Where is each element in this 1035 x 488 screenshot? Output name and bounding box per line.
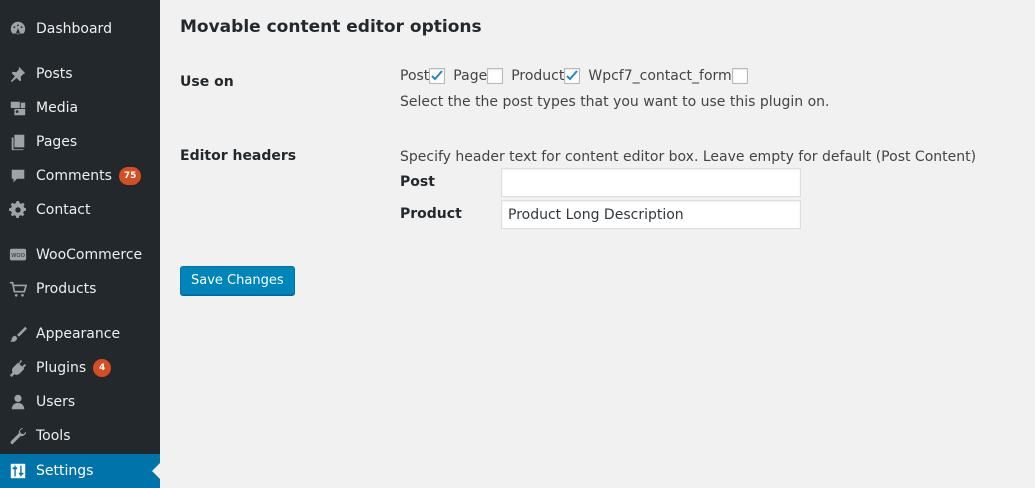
sidebar-item-appearance[interactable]: Appearance bbox=[0, 317, 160, 351]
settings-icon bbox=[0, 454, 36, 488]
save-changes-button[interactable]: Save Changes bbox=[180, 266, 295, 295]
sidebar-item-tools[interactable]: Tools bbox=[0, 419, 160, 453]
sidebar-item-label: Media bbox=[36, 100, 79, 116]
wpcf7-checkbox[interactable] bbox=[731, 68, 748, 84]
sidebar-item-label: Posts bbox=[36, 66, 73, 82]
page-checkbox[interactable] bbox=[487, 68, 504, 84]
sidebar-item-label: Dashboard bbox=[36, 21, 112, 37]
wrench-icon bbox=[0, 419, 36, 453]
sidebar-item-label: Settings bbox=[36, 463, 94, 479]
checkmark-icon bbox=[431, 70, 444, 81]
use-on-description: Select the the post types that you want … bbox=[400, 94, 830, 110]
comments-count-badge: 75 bbox=[118, 167, 142, 185]
sidebar-item-label: Contact bbox=[36, 202, 91, 218]
pin-icon bbox=[0, 57, 36, 91]
sidebar-item-settings[interactable]: Settings bbox=[0, 454, 160, 488]
page-title: Movable content editor options bbox=[180, 17, 482, 37]
sidebar-item-label: WooCommerce bbox=[36, 247, 143, 263]
checkmark-icon bbox=[566, 70, 579, 81]
sidebar-item-media[interactable]: Media bbox=[0, 91, 160, 125]
post-header-label: Post bbox=[400, 174, 435, 190]
cart-icon bbox=[0, 272, 36, 306]
sidebar-item-users[interactable]: Users bbox=[0, 385, 160, 419]
post-type-checkboxes: Post Page Product Wpcf7_contact_form bbox=[400, 68, 748, 84]
svg-text:WOO: WOO bbox=[11, 253, 25, 259]
page-checkbox-label: Page bbox=[453, 68, 488, 84]
wpcf7-checkbox-label: Wpcf7_contact_form bbox=[588, 68, 732, 84]
sidebar-item-label: Products bbox=[36, 281, 97, 297]
use-on-label: Use on bbox=[180, 74, 234, 90]
comment-icon bbox=[0, 159, 36, 193]
woo-icon: WOO bbox=[0, 238, 36, 272]
sidebar-item-comments[interactable]: Comments 75 bbox=[0, 159, 160, 193]
sidebar-item-products[interactable]: Products bbox=[0, 272, 160, 306]
sidebar-item-label: Tools bbox=[36, 428, 71, 444]
sidebar-item-posts[interactable]: Posts bbox=[0, 57, 160, 91]
plugins-count-badge: 4 bbox=[93, 359, 112, 377]
pages-icon bbox=[0, 125, 36, 159]
post-header-input[interactable] bbox=[501, 168, 801, 197]
sidebar-item-label: Pages bbox=[36, 134, 78, 150]
sidebar-item-label: Users bbox=[36, 394, 76, 410]
product-checkbox-label: Product bbox=[511, 68, 565, 84]
post-checkbox-label: Post bbox=[400, 68, 430, 84]
sidebar-item-label: Comments bbox=[36, 168, 112, 184]
plug-icon bbox=[0, 351, 36, 385]
sidebar-item-plugins[interactable]: Plugins 4 bbox=[0, 351, 160, 385]
post-checkbox[interactable] bbox=[429, 68, 446, 84]
sidebar-item-label: Plugins bbox=[36, 360, 87, 376]
sidebar-item-dashboard[interactable]: Dashboard bbox=[0, 12, 160, 46]
user-icon bbox=[0, 385, 36, 419]
product-header-input[interactable] bbox=[501, 200, 801, 229]
editor-headers-description: Specify header text for content editor b… bbox=[400, 149, 977, 165]
admin-sidebar: Dashboard Posts Media Pages Comments 75 … bbox=[0, 0, 160, 488]
sidebar-item-contact[interactable]: Contact bbox=[0, 193, 160, 227]
dashboard-icon bbox=[0, 12, 36, 46]
product-checkbox[interactable] bbox=[564, 68, 581, 84]
brush-icon bbox=[0, 317, 36, 351]
sidebar-item-label: Appearance bbox=[36, 326, 121, 342]
media-icon bbox=[0, 91, 36, 125]
gear-icon bbox=[0, 193, 36, 227]
editor-headers-label: Editor headers bbox=[180, 148, 297, 164]
product-header-label: Product bbox=[400, 206, 462, 222]
sidebar-item-pages[interactable]: Pages bbox=[0, 125, 160, 159]
sidebar-item-woocommerce[interactable]: WOO WooCommerce bbox=[0, 238, 160, 272]
